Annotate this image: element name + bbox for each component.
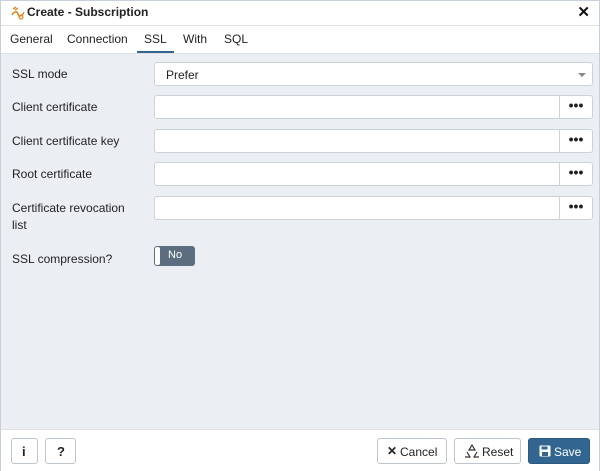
root-certificate-input[interactable]	[154, 162, 560, 186]
tab-general[interactable]: General	[10, 32, 53, 51]
certificate-revocation-list-label: Certificate revocation list	[12, 201, 125, 232]
reset-label: Reset	[482, 445, 514, 459]
floppy-disk-icon	[539, 445, 551, 457]
tab-bar: General Connection SSL With SQL	[1, 26, 599, 54]
client-certificate-input[interactable]	[154, 95, 560, 119]
save-label: Save	[554, 445, 582, 459]
ssl-mode-value: Prefer	[166, 68, 199, 82]
certificate-revocation-list-browse-button[interactable]: •••	[559, 196, 593, 220]
client-certificate-key-label: Client certificate key	[12, 134, 120, 148]
close-icon: ✕	[387, 444, 398, 458]
tab-sql[interactable]: SQL	[224, 32, 248, 51]
cancel-button[interactable]: ✕ Cancel	[377, 438, 447, 464]
info-button[interactable]: i	[11, 438, 38, 464]
root-certificate-browse-button[interactable]: •••	[559, 162, 593, 186]
client-certificate-browse-button[interactable]: •••	[559, 95, 593, 119]
reset-button[interactable]: Reset	[454, 438, 521, 464]
chevron-down-icon	[578, 73, 586, 77]
certificate-revocation-list-input[interactable]	[154, 196, 560, 220]
ssl-mode-label: SSL mode	[12, 67, 68, 81]
root-certificate-label: Root certificate	[12, 167, 93, 181]
dialog-titlebar: Create - Subscription ✕	[1, 1, 599, 26]
ssl-compression-toggle[interactable]: No	[154, 246, 195, 266]
save-button[interactable]: Save	[528, 438, 590, 464]
cancel-label: Cancel	[400, 445, 438, 459]
dialog-title: Create - Subscription	[27, 5, 149, 19]
dialog-footer: i ? ✕ Cancel Reset Save	[1, 429, 599, 471]
ssl-compression-label: SSL compression?	[12, 252, 113, 266]
close-icon[interactable]: ✕	[577, 3, 590, 21]
create-subscription-dialog: Create - Subscription ✕ General Connecti…	[0, 0, 600, 471]
tab-connection[interactable]: Connection	[67, 32, 128, 51]
tab-ssl[interactable]: SSL	[137, 32, 174, 53]
toggle-knob	[155, 247, 160, 265]
client-certificate-label: Client certificate	[12, 100, 98, 114]
client-certificate-key-input[interactable]	[154, 129, 560, 153]
help-icon: ?	[57, 444, 65, 459]
recycle-icon	[465, 444, 479, 458]
client-certificate-key-browse-button[interactable]: •••	[559, 129, 593, 153]
subscription-icon	[11, 6, 25, 20]
ssl-compression-value: No	[168, 249, 183, 261]
help-button[interactable]: ?	[45, 438, 76, 464]
tab-with[interactable]: With	[183, 32, 207, 51]
info-icon: i	[22, 444, 26, 459]
ssl-mode-select[interactable]: Prefer	[154, 62, 593, 86]
